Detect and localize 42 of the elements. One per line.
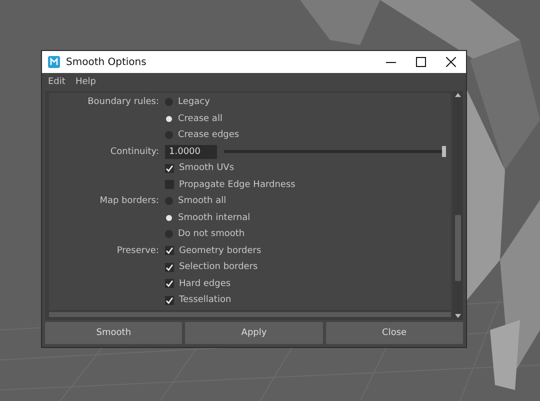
radio-label[interactable]: Legacy xyxy=(178,97,210,108)
field-label: Map borders: xyxy=(100,196,159,206)
checkbox[interactable] xyxy=(165,164,174,173)
radio-button[interactable] xyxy=(166,116,172,122)
checkbox[interactable] xyxy=(165,180,174,190)
radio-button[interactable] xyxy=(165,98,173,106)
menu-item[interactable]: Help xyxy=(75,77,96,87)
checkbox-label[interactable]: Hard edges xyxy=(179,278,231,289)
checkbox[interactable] xyxy=(165,262,174,272)
scroll-up-icon[interactable] xyxy=(454,91,462,99)
radio-label[interactable]: Crease all xyxy=(178,114,222,124)
field-label: Preserve: xyxy=(116,246,159,256)
window-title: Smooth Options xyxy=(66,56,148,68)
radio-label[interactable]: Do not smooth xyxy=(178,229,245,240)
radio-button[interactable] xyxy=(166,214,172,221)
checkbox[interactable] xyxy=(165,296,174,305)
field-label: Continuity: xyxy=(110,146,159,157)
radio-button[interactable] xyxy=(165,197,173,206)
checkbox-label[interactable]: Selection borders xyxy=(179,262,258,272)
radio-button[interactable] xyxy=(165,131,173,140)
field-label: Boundary rules: xyxy=(88,97,159,108)
vertical-scrollbar[interactable] xyxy=(453,91,463,320)
radio-label[interactable]: Crease edges xyxy=(178,130,240,140)
checkbox[interactable] xyxy=(165,279,174,288)
checkbox-label[interactable]: Propagate Edge Hardness xyxy=(179,180,296,190)
radio-button[interactable] xyxy=(165,230,173,238)
app-logo-icon xyxy=(48,56,60,68)
slider-thumb[interactable] xyxy=(442,146,446,158)
radio-label[interactable]: Smooth internal xyxy=(178,212,250,223)
radio-label[interactable]: Smooth all xyxy=(178,196,226,206)
horizontal-scrollbar[interactable] xyxy=(49,312,451,317)
dialog-button[interactable]: Smooth xyxy=(45,322,182,344)
checkbox[interactable] xyxy=(165,246,174,256)
menu-item[interactable]: Edit xyxy=(48,77,66,87)
checkbox-label[interactable]: Tessellation xyxy=(179,295,232,306)
dialog-button[interactable]: Apply xyxy=(185,322,323,344)
checkbox-label[interactable]: Smooth UVs xyxy=(179,163,234,174)
number-field[interactable]: 1.0000 xyxy=(165,144,217,159)
scroll-down-icon[interactable] xyxy=(454,312,462,320)
scrollbar-thumb[interactable] xyxy=(455,215,461,281)
checkbox-label[interactable]: Geometry borders xyxy=(179,246,262,256)
dialog-button[interactable]: Close xyxy=(326,322,463,344)
